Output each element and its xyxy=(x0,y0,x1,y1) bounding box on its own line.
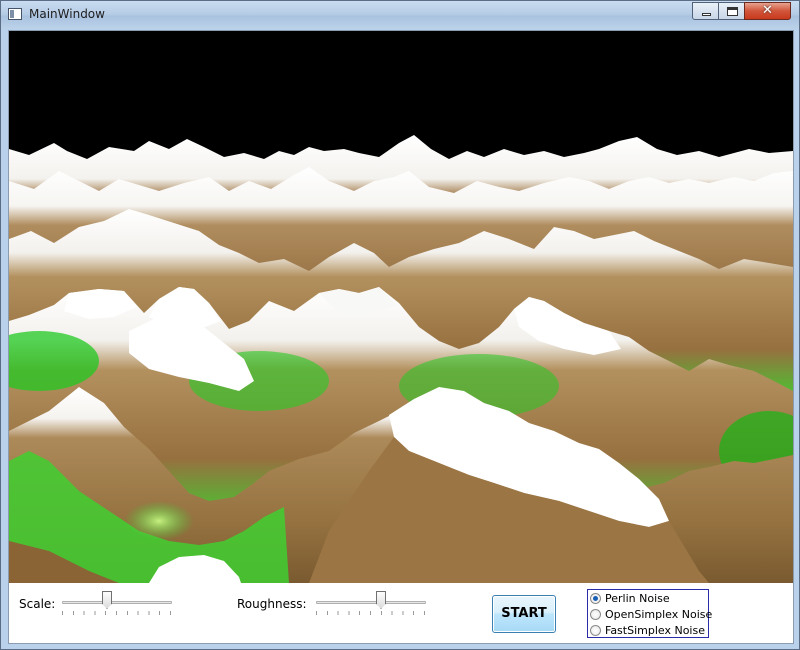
window-title: MainWindow xyxy=(29,7,105,21)
radio-label: Perlin Noise xyxy=(605,592,670,605)
radio-button-icon[interactable] xyxy=(590,593,601,604)
scale-slider[interactable] xyxy=(62,589,172,617)
roughness-label: Roughness: xyxy=(237,597,307,611)
maximize-icon xyxy=(727,7,738,16)
scale-slider-thumb[interactable] xyxy=(102,591,112,609)
start-button[interactable]: START xyxy=(492,595,556,633)
radio-label: FastSimplex Noise xyxy=(605,624,705,637)
scale-label: Scale: xyxy=(19,597,56,611)
main-window: MainWindow ✕ Scale: Roughness: START Per… xyxy=(0,0,800,650)
controls-panel: Scale: Roughness: START Perlin Noise Ope… xyxy=(9,583,793,643)
radio-fastsimplex-noise[interactable]: FastSimplex Noise xyxy=(590,623,705,638)
roughness-slider-track[interactable] xyxy=(316,601,426,604)
client-area: Scale: Roughness: START Perlin Noise Ope… xyxy=(8,30,794,644)
maximize-button[interactable] xyxy=(718,2,745,20)
scale-slider-ticks xyxy=(62,611,172,615)
radio-button-icon[interactable] xyxy=(590,625,601,636)
radio-perlin-noise[interactable]: Perlin Noise xyxy=(590,591,670,606)
roughness-slider-thumb[interactable] xyxy=(376,591,386,609)
noise-type-group: Perlin Noise OpenSimplex Noise FastSimpl… xyxy=(587,589,712,638)
terrain-render xyxy=(9,31,793,583)
roughness-slider[interactable] xyxy=(316,589,426,617)
radio-opensimplex-noise[interactable]: OpenSimplex Noise xyxy=(590,607,712,622)
minimize-button[interactable] xyxy=(692,2,719,20)
close-icon: ✕ xyxy=(762,3,773,18)
close-button[interactable]: ✕ xyxy=(744,2,791,20)
title-bar[interactable]: MainWindow ✕ xyxy=(1,1,799,29)
radio-button-icon[interactable] xyxy=(590,609,601,620)
window-icon[interactable] xyxy=(8,8,22,20)
terrain-viewport[interactable] xyxy=(9,31,793,583)
minimize-icon xyxy=(702,13,711,16)
scale-slider-track[interactable] xyxy=(62,601,172,604)
roughness-slider-ticks xyxy=(316,611,426,615)
radio-label: OpenSimplex Noise xyxy=(605,608,713,621)
